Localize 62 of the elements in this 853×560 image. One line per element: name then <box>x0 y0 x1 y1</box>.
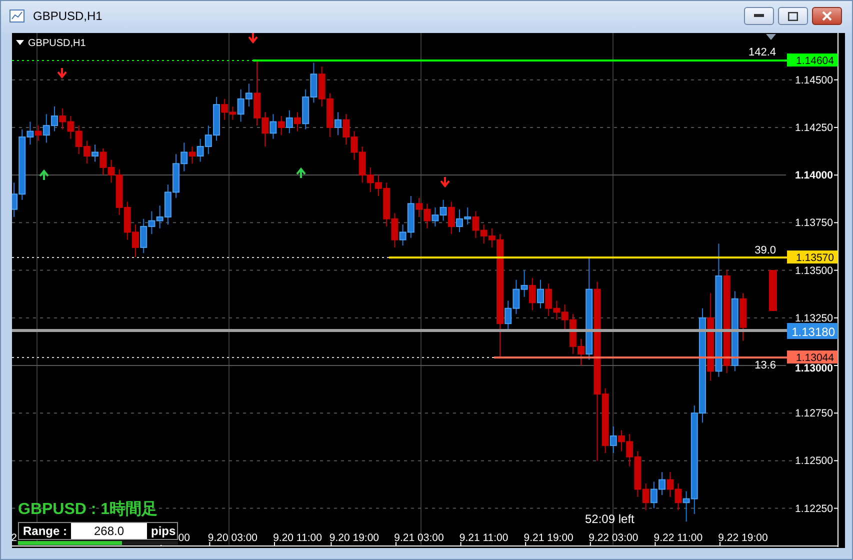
level-distance-label: 13.6 <box>754 360 776 372</box>
minimize-button[interactable] <box>744 7 774 25</box>
price-axis-label: 1.13500 <box>795 264 833 277</box>
price-axis-label: 1.12500 <box>795 455 833 468</box>
chart-window-icon <box>9 8 25 24</box>
price-axis-label: 1.12250 <box>795 502 833 515</box>
time-axis-label: 9.22 19:00 <box>718 532 768 544</box>
candlestick <box>34 125 42 142</box>
level-distance-label: 142.4 <box>748 46 776 58</box>
up-arrow-icon <box>39 169 49 181</box>
price-axis-label: 1.14250 <box>795 122 833 134</box>
price-axis-label: 1.12750 <box>795 408 833 420</box>
candlestick <box>448 201 455 235</box>
candlestick <box>188 146 196 164</box>
minimize-icon <box>754 14 764 18</box>
up-arrow-icon <box>296 167 306 179</box>
candlestick <box>286 110 293 134</box>
time-axis-label: 9.22 11:00 <box>654 532 703 544</box>
time-axis-label: 9.22 03:00 <box>588 532 638 544</box>
close-icon <box>822 11 832 21</box>
price-axis-label: 1.14000 <box>795 170 833 182</box>
candlestick <box>278 116 285 136</box>
down-arrow-icon <box>248 33 258 44</box>
price-axis-label: 1.14500 <box>795 74 833 86</box>
time-axis-label: 9.20 11:00 <box>273 532 322 544</box>
close-button[interactable] <box>812 7 842 25</box>
candlestick <box>537 279 544 309</box>
restore-button[interactable] <box>778 7 808 25</box>
candlestick <box>294 112 301 132</box>
down-arrow-icon <box>440 176 450 188</box>
time-axis-label: 9.21 19:00 <box>524 532 574 544</box>
time-axis-label: 00 <box>178 532 190 544</box>
current-price-tag: 1.13180 <box>787 323 838 339</box>
restore-icon <box>788 12 798 20</box>
candlestick <box>334 112 342 136</box>
pending-bar <box>769 270 777 311</box>
time-axis-label: 9.20 19:00 <box>329 532 380 544</box>
candlestick <box>92 144 98 162</box>
price-axis-label: 1.13000 <box>795 362 833 374</box>
chart-shift-marker-icon[interactable] <box>766 34 776 40</box>
candlestick <box>610 426 617 454</box>
pips-label: pips <box>151 523 176 540</box>
dropdown-triangle-icon[interactable] <box>16 40 24 45</box>
chart-symbol-label: GBPUSD,H1 <box>28 38 86 49</box>
time-axis-label: 9.20 03:00 <box>208 532 258 544</box>
price-axis-label: 1.13250 <box>795 312 833 324</box>
price-tag: 1.13044 <box>787 350 838 364</box>
range-input-field[interactable]: 268.0 <box>71 523 148 539</box>
price-axis-label: 1.13750 <box>795 217 833 230</box>
candle-countdown-label: 52:09 left <box>585 512 634 526</box>
range-label: Range : <box>23 523 68 540</box>
candlestick <box>528 277 536 311</box>
candlestick <box>270 114 277 140</box>
price-tag: 1.14604 <box>787 54 838 67</box>
time-axis-label: 2 <box>12 532 17 544</box>
price-tag: 1.13570 <box>787 250 838 264</box>
time-axis-label: 9.21 03:00 <box>394 532 444 544</box>
window-title: GBPUSD,H1 <box>33 8 102 25</box>
chart-overlay-title: GBPUSD : 1時間足 <box>18 500 158 520</box>
time-axis-label: 9.21 11:00 <box>459 532 508 544</box>
down-arrow-icon <box>57 67 67 79</box>
level-distance-label: 39.0 <box>754 244 776 256</box>
